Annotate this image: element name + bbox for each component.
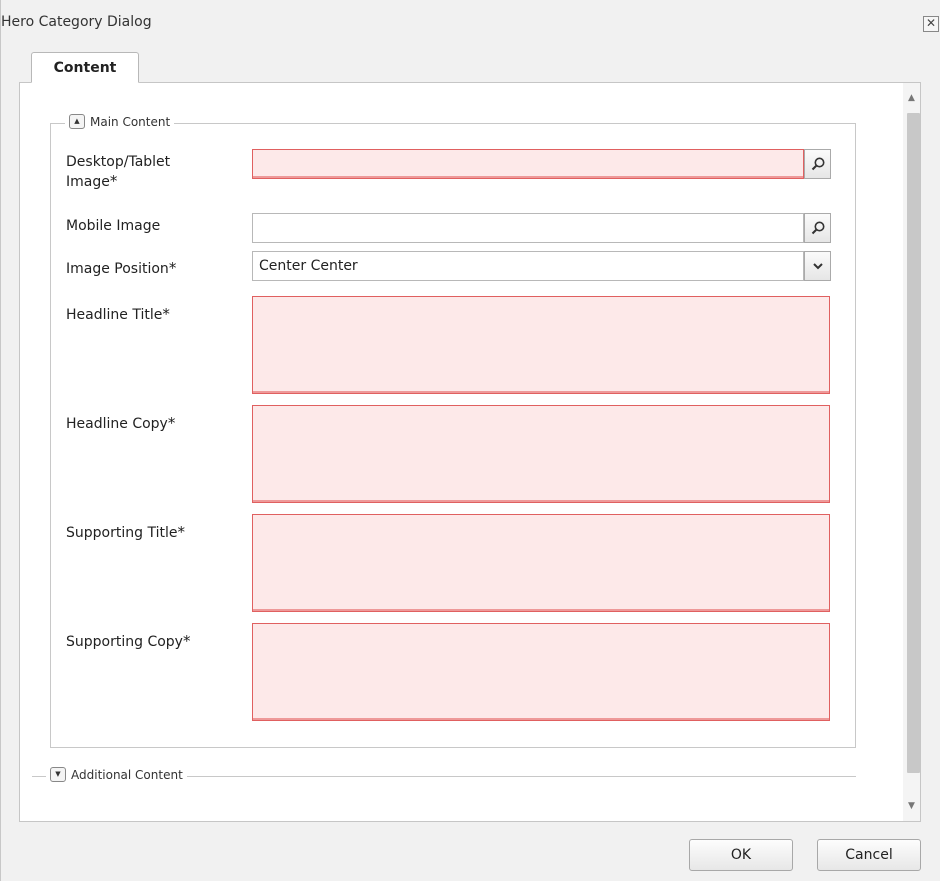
supporting-copy-label: Supporting Copy*: [66, 632, 191, 650]
desktop-image-input[interactable]: [252, 149, 804, 179]
additional-content-legend: ▼ Additional Content: [46, 767, 187, 782]
headline-title-textarea[interactable]: [252, 296, 830, 394]
supporting-title-textarea[interactable]: [252, 514, 830, 612]
main-content-legend: ▲ Main Content: [65, 114, 175, 129]
dialog-title: Hero Category Dialog: [1, 14, 152, 30]
collapse-toggle-icon[interactable]: ▲: [69, 114, 85, 129]
tab-strip: Content: [19, 42, 921, 83]
mobile-image-label: Mobile Image: [66, 218, 161, 234]
desktop-image-label: Desktop/Tablet Image*: [66, 154, 171, 190]
content-panel: ▲ Main Content Desktop/Tablet Image* Mob…: [19, 83, 921, 822]
image-position-select[interactable]: Center Center: [252, 251, 804, 281]
tab-content[interactable]: Content: [31, 52, 139, 83]
headline-title-label: Headline Title*: [66, 305, 170, 323]
hero-category-dialog: Hero Category Dialog ✕ Content ▲ Main Co…: [0, 0, 940, 881]
mobile-image-input[interactable]: [252, 213, 804, 243]
scroll-down-icon[interactable]: ▼: [903, 797, 920, 815]
additional-content-title: Additional Content: [71, 767, 183, 782]
expand-toggle-icon[interactable]: ▼: [50, 767, 66, 782]
cancel-button[interactable]: Cancel: [817, 839, 921, 871]
additional-content-section: ▼ Additional Content: [32, 767, 856, 782]
image-position-value: Center Center: [259, 258, 358, 274]
supporting-copy-textarea[interactable]: [252, 623, 830, 721]
scroll-thumb[interactable]: [907, 113, 920, 773]
supporting-title-label: Supporting Title*: [66, 523, 185, 541]
headline-copy-textarea[interactable]: [252, 405, 830, 503]
scroll-up-icon[interactable]: ▲: [903, 89, 920, 107]
headline-copy-label: Headline Copy*: [66, 414, 176, 432]
image-position-label: Image Position*: [66, 259, 177, 277]
ok-button[interactable]: OK: [689, 839, 793, 871]
dialog-titlebar: Hero Category Dialog ✕: [1, 8, 940, 42]
search-icon[interactable]: [804, 149, 831, 179]
close-icon[interactable]: ✕: [923, 16, 939, 32]
vertical-scrollbar[interactable]: ▲ ▼: [903, 83, 920, 821]
search-icon[interactable]: [804, 213, 831, 243]
main-content-title: Main Content: [90, 114, 171, 129]
chevron-down-icon[interactable]: [804, 251, 831, 281]
